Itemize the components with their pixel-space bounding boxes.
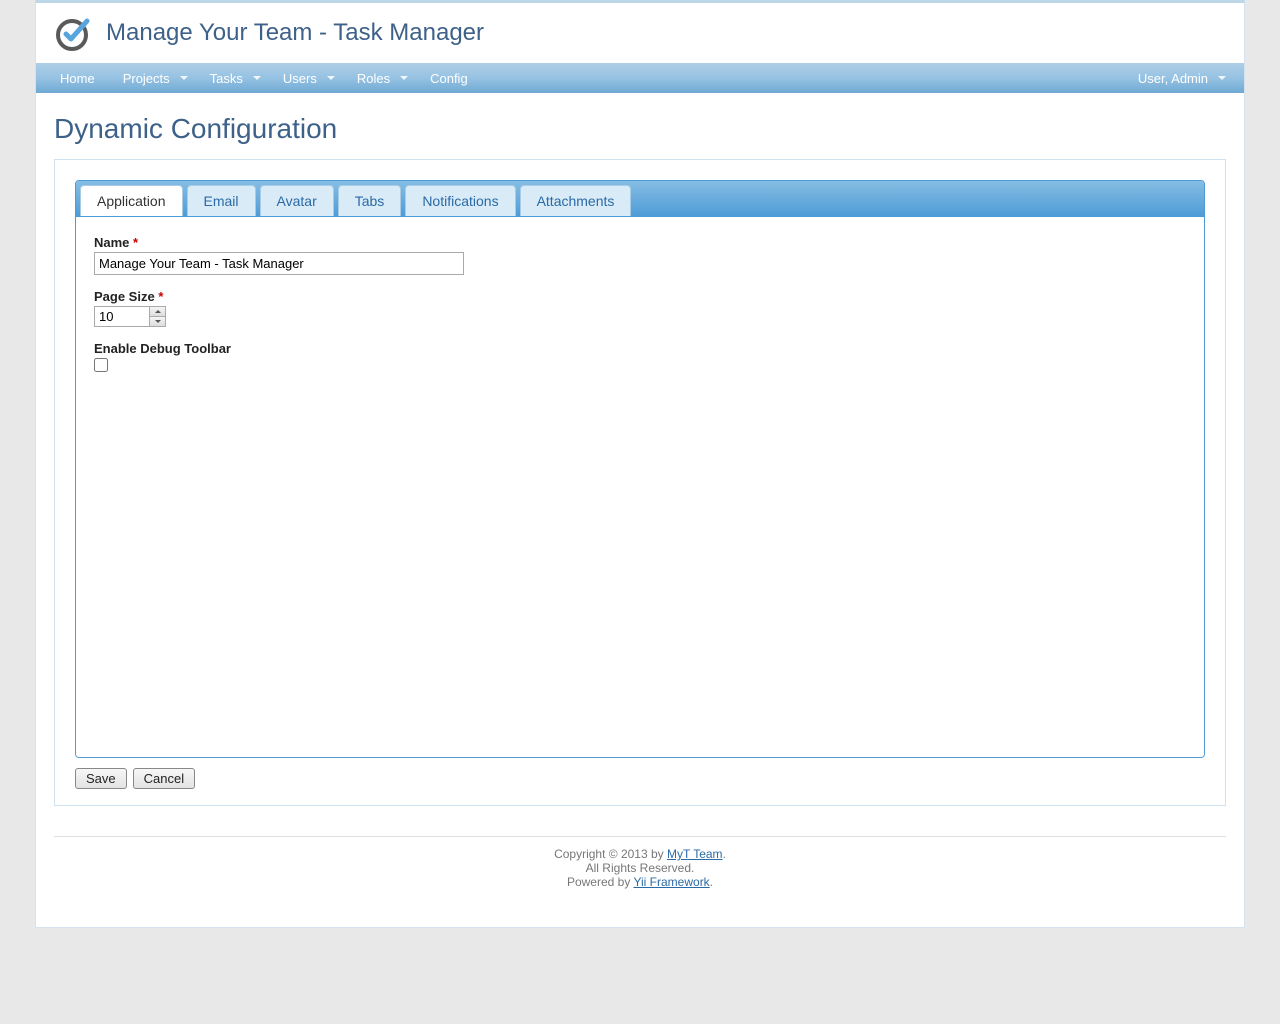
tab-container: Application Email Avatar Tabs Notificati… (75, 180, 1205, 758)
navbar-left: Home Projects Tasks Users Roles Config (46, 63, 482, 93)
nav-user-menu[interactable]: User, Admin (1124, 63, 1234, 93)
nav-user-label: User, Admin (1138, 71, 1208, 86)
nav-tasks[interactable]: Tasks (196, 63, 269, 93)
required-indicator: * (133, 235, 138, 250)
debug-label: Enable Debug Toolbar (94, 341, 1186, 356)
page-title: Dynamic Configuration (54, 113, 1226, 145)
field-page-size: Page Size * (94, 289, 1186, 327)
tab-notifications[interactable]: Notifications (405, 185, 515, 216)
content: Dynamic Configuration Application Email … (36, 93, 1244, 927)
nav-home[interactable]: Home (46, 63, 109, 93)
nav-config[interactable]: Config (416, 63, 482, 93)
nav-home-label: Home (60, 71, 95, 86)
page-size-label: Page Size * (94, 289, 1186, 304)
footer: Copyright © 2013 by MyT Team. All Rights… (54, 836, 1226, 907)
chevron-up-icon (155, 310, 161, 313)
tab-application[interactable]: Application (80, 185, 183, 216)
page-size-stepper (94, 306, 166, 327)
navbar: Home Projects Tasks Users Roles Config U… (36, 63, 1244, 93)
tab-body: Name * Page Size * (76, 217, 1204, 757)
field-debug: Enable Debug Toolbar (94, 341, 1186, 375)
field-name: Name * (94, 235, 1186, 275)
required-indicator: * (158, 289, 163, 304)
app-logo-icon (52, 13, 92, 53)
name-input[interactable] (94, 252, 464, 275)
chevron-down-icon (180, 76, 188, 80)
form-panel: Application Email Avatar Tabs Notificati… (54, 159, 1226, 806)
app-title: Manage Your Team - Task Manager (106, 19, 484, 47)
footer-rights: All Rights Reserved. (54, 861, 1226, 875)
header: Manage Your Team - Task Manager (36, 3, 1244, 63)
tab-tabs[interactable]: Tabs (338, 185, 402, 216)
name-label: Name * (94, 235, 1186, 250)
nav-tasks-label: Tasks (210, 71, 243, 86)
spinner-down-button[interactable] (150, 317, 165, 326)
nav-config-label: Config (430, 71, 468, 86)
spinner-up-button[interactable] (150, 307, 165, 317)
nav-projects-label: Projects (123, 71, 170, 86)
chevron-down-icon (1218, 76, 1226, 80)
cancel-button[interactable]: Cancel (133, 768, 195, 789)
tab-email[interactable]: Email (187, 185, 256, 216)
footer-framework-link[interactable]: Yii Framework (633, 875, 709, 889)
nav-roles[interactable]: Roles (343, 63, 416, 93)
nav-projects[interactable]: Projects (109, 63, 196, 93)
nav-users[interactable]: Users (269, 63, 343, 93)
footer-powered: Powered by Yii Framework. (54, 875, 1226, 889)
tab-header: Application Email Avatar Tabs Notificati… (76, 181, 1204, 217)
tab-attachments[interactable]: Attachments (520, 185, 632, 216)
spinner (149, 307, 165, 326)
navbar-right: User, Admin (1124, 63, 1234, 93)
buttons-row: Save Cancel (75, 768, 1205, 789)
page-size-input[interactable] (95, 307, 149, 326)
chevron-down-icon (253, 76, 261, 80)
footer-team-link[interactable]: MyT Team (667, 847, 723, 861)
chevron-down-icon (327, 76, 335, 80)
save-button[interactable]: Save (75, 768, 127, 789)
chevron-down-icon (400, 76, 408, 80)
nav-roles-label: Roles (357, 71, 390, 86)
debug-checkbox[interactable] (94, 358, 108, 372)
chevron-down-icon (155, 320, 161, 323)
tab-avatar[interactable]: Avatar (260, 185, 334, 216)
nav-users-label: Users (283, 71, 317, 86)
footer-copyright: Copyright © 2013 by MyT Team. (54, 847, 1226, 861)
